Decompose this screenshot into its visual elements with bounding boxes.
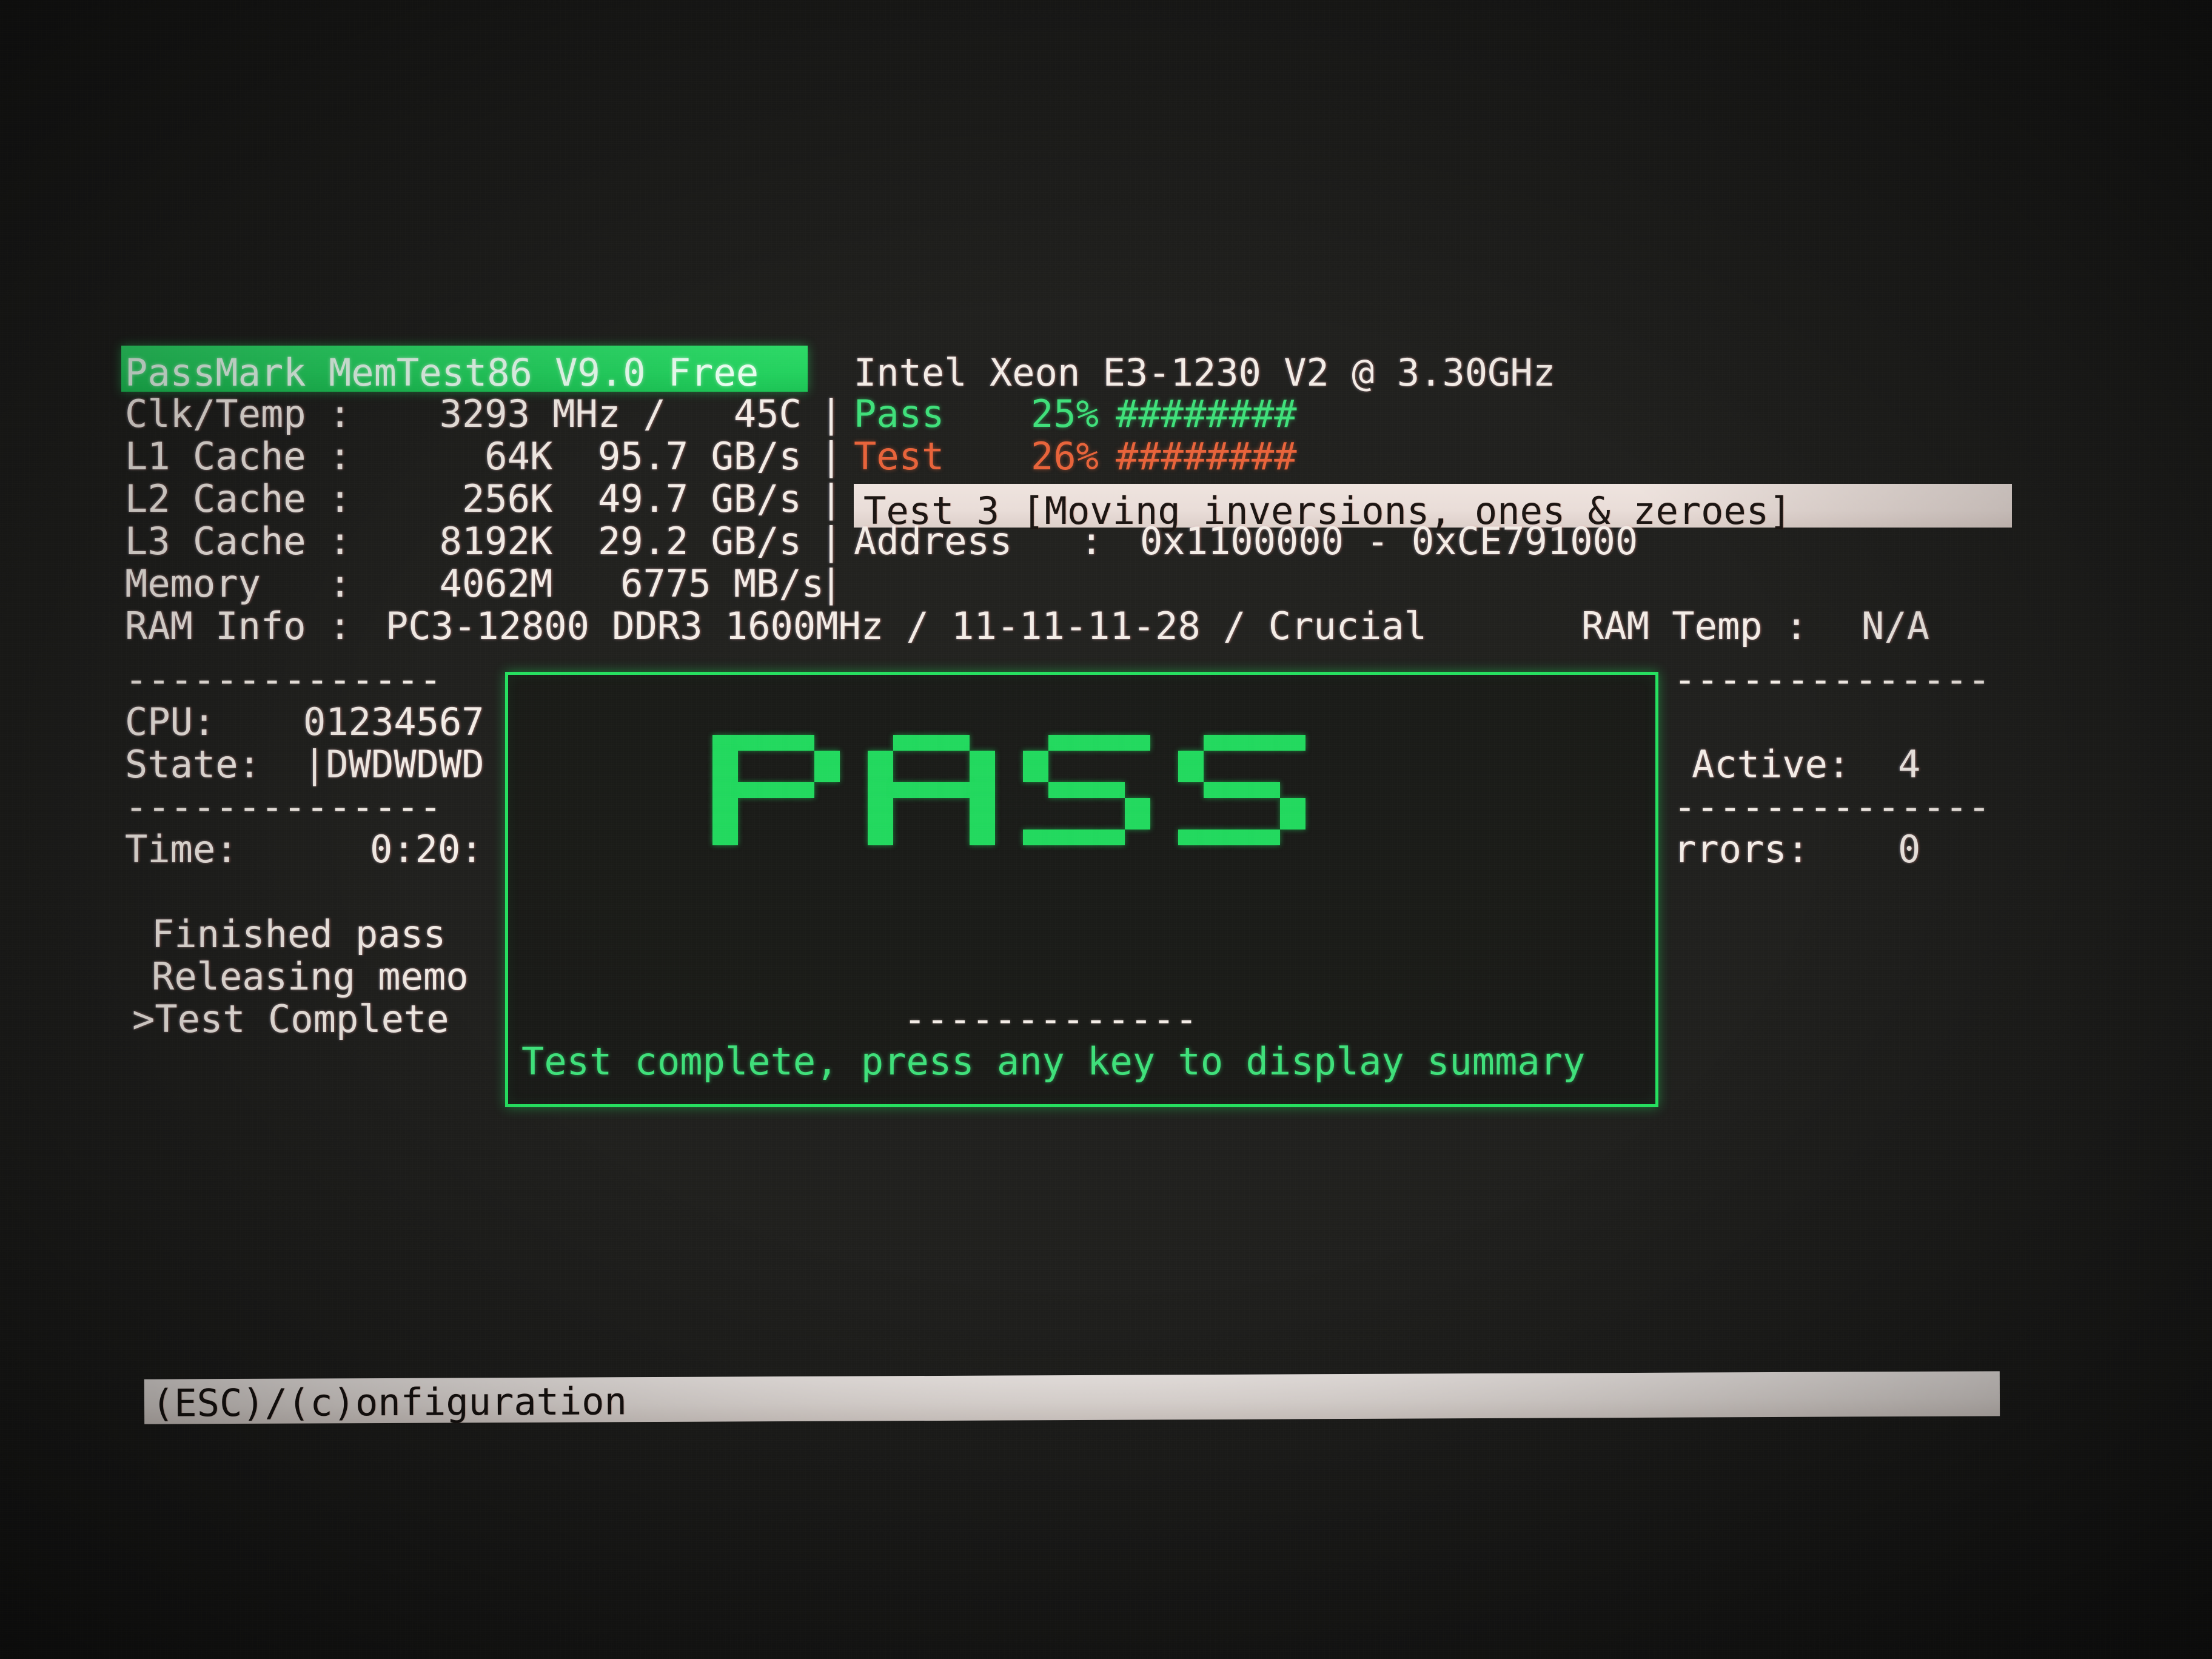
app-title: PassMark MemTest86 V9.0 Free [125, 350, 759, 395]
clk-temp-value: 3293 MHz / 45C [394, 392, 802, 436]
column-divider-pipe: | [820, 561, 843, 606]
memory-value: 4062M 6775 MB/s [394, 561, 825, 606]
memtest-screen: PassMark MemTest86 V9.0 Free Intel Xeon … [0, 0, 2212, 1659]
log-line-test-complete: >Test Complete [132, 997, 449, 1041]
column-divider-pipe: | [820, 434, 843, 478]
log-line-finished-pass: Finished pass [152, 912, 446, 956]
pass-glyph-s [1178, 735, 1305, 845]
l3-cache-value: 8192K 29.2 GB/s [394, 519, 802, 563]
pass-percent: 25% [1031, 392, 1099, 436]
column-divider-pipe: | [820, 477, 843, 521]
test-progress-bar: ######## [1116, 434, 1297, 478]
state-label: State: [125, 742, 261, 786]
test-percent: 26% [1031, 434, 1099, 478]
time-value: 0:20: [370, 827, 483, 871]
ram-info-label: RAM Info : [125, 604, 352, 648]
divider-left-top: -------------- [125, 657, 442, 702]
log-line-releasing-memory: Releasing memo [152, 954, 469, 999]
pass-box-separator: ------------- [903, 997, 1198, 1041]
configuration-hint[interactable]: (ESC)/(c)onfiguration [152, 1379, 627, 1425]
pass-progress-bar: ######## [1116, 392, 1297, 436]
clk-temp-label: Clk/Temp : [125, 392, 352, 436]
pass-label: Pass [854, 392, 945, 436]
pass-glyph-a [868, 735, 995, 845]
pass-box-message: Test complete, press any key to display … [521, 1039, 1586, 1084]
pass-glyph-p [712, 735, 840, 845]
address-value: 0x1100000 - 0xCE791000 [1140, 519, 1638, 563]
state-value: |DWDWDWD [303, 742, 484, 786]
active-label: Active: [1692, 742, 1851, 786]
cpu-value: 01234567 [303, 700, 484, 744]
l3-cache-label: L3 Cache : [125, 519, 352, 563]
ram-info-value: PC3-12800 DDR3 1600MHz / 11-11-11-28 / C… [386, 604, 1427, 648]
l2-cache-value: 256K 49.7 GB/s [394, 477, 802, 521]
errors-value: 0 [1898, 827, 1921, 871]
l1-cache-value: 64K 95.7 GB/s [394, 434, 802, 478]
ram-temp-value: N/A [1862, 604, 1929, 648]
divider-right-bottom: -------------- [1674, 785, 1991, 829]
l2-cache-label: L2 Cache : [125, 477, 352, 521]
cpu-label: CPU: [125, 700, 216, 744]
l1-cache-label: L1 Cache : [125, 434, 352, 478]
ram-temp-label: RAM Temp : [1581, 604, 1808, 648]
memory-label: Memory : [125, 561, 352, 606]
test-label: Test [854, 434, 945, 478]
cpu-model: Intel Xeon E3-1230 V2 @ 3.30GHz [854, 350, 1556, 395]
pass-glyph-s [1023, 735, 1150, 845]
column-divider-pipe: | [820, 519, 843, 563]
pass-banner-text [712, 735, 1305, 845]
address-label: Address : [854, 519, 1103, 563]
divider-right-top: -------------- [1674, 657, 1991, 702]
errors-label: rrors: [1674, 827, 1809, 871]
active-value: 4 [1898, 742, 1921, 786]
divider-left-bottom: -------------- [125, 785, 442, 829]
time-label: Time: [125, 827, 238, 871]
column-divider-pipe: | [820, 392, 843, 436]
